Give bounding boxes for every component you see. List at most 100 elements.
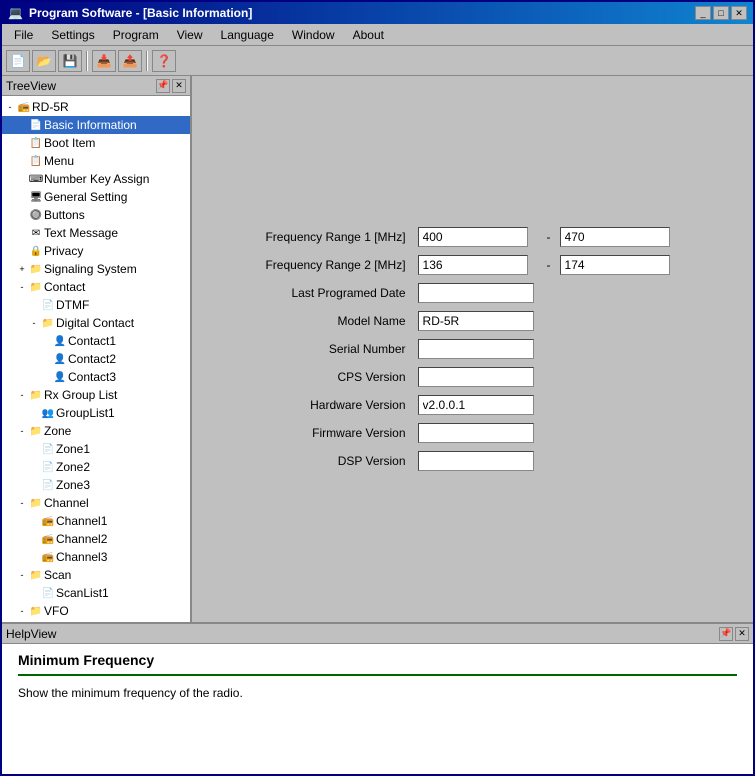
tree-item-general-setting[interactable]: 🖥 General Setting: [2, 188, 190, 206]
tree-item-number-key[interactable]: ⌨ Number Key Assign: [2, 170, 190, 188]
tree-item-boot-item[interactable]: 📋 Boot Item: [2, 134, 190, 152]
icon-text-message: ✉: [28, 225, 44, 241]
help-body-text: Show the minimum frequency of the radio.: [18, 686, 737, 700]
tree-item-basic-info[interactable]: 📄 Basic Information: [2, 116, 190, 134]
menu-settings[interactable]: Settings: [43, 26, 102, 44]
help-separator: [18, 674, 737, 676]
input-serial[interactable]: [418, 339, 534, 359]
label-vfo: VFO: [44, 604, 69, 618]
tree-item-contact[interactable]: - 📁 Contact: [2, 278, 190, 296]
label-contact1: Contact1: [68, 334, 116, 348]
input-cps[interactable]: [418, 367, 534, 387]
menu-language[interactable]: Language: [213, 26, 282, 44]
tree-item-vfo[interactable]: - 📁 VFO: [2, 602, 190, 620]
toolbar-sep2: [146, 51, 148, 71]
expand-signaling[interactable]: +: [16, 264, 28, 274]
maximize-button[interactable]: □: [713, 6, 729, 20]
menu-program[interactable]: Program: [105, 26, 167, 44]
tree-item-scan[interactable]: - 📁 Scan: [2, 566, 190, 584]
menu-view[interactable]: View: [169, 26, 211, 44]
tree-item-zone1[interactable]: 📄 Zone1: [2, 440, 190, 458]
help-close-btn[interactable]: ✕: [735, 627, 749, 641]
tree-item-zone[interactable]: - 📁 Zone: [2, 422, 190, 440]
input-model[interactable]: [418, 311, 534, 331]
menu-file[interactable]: File: [6, 26, 41, 44]
input-dsp[interactable]: [418, 451, 534, 471]
expand-rd5r[interactable]: -: [4, 102, 16, 112]
icon-zone1: 📄: [40, 441, 56, 457]
expand-zone[interactable]: -: [16, 426, 28, 436]
tree-item-channel1[interactable]: 📻 Channel1: [2, 512, 190, 530]
input-freq1-max[interactable]: [560, 227, 670, 247]
expand-contact[interactable]: -: [16, 282, 28, 292]
label-contact3: Contact3: [68, 370, 116, 384]
expand-vfo[interactable]: -: [16, 606, 28, 616]
tree-item-zone3[interactable]: 📄 Zone3: [2, 476, 190, 494]
expand-digital-contact[interactable]: -: [28, 318, 40, 328]
help-pin-btn[interactable]: 📌: [719, 627, 733, 641]
help-title-label: HelpView: [6, 627, 56, 641]
tree-pin-btn[interactable]: 📌: [156, 79, 170, 93]
label-rd5r: RD-5R: [32, 100, 69, 114]
toolbar-write[interactable]: 📤: [118, 50, 142, 72]
close-button[interactable]: ✕: [731, 6, 747, 20]
expand-general-setting: [16, 192, 28, 202]
icon-zone2: 📄: [40, 459, 56, 475]
expand-rx-group[interactable]: -: [16, 390, 28, 400]
tree-item-privacy[interactable]: 🔒 Privacy: [2, 242, 190, 260]
menu-window[interactable]: Window: [284, 26, 343, 44]
tree-item-channel3[interactable]: 📻 Channel3: [2, 548, 190, 566]
minimize-button[interactable]: _: [695, 6, 711, 20]
toolbar-read[interactable]: 📥: [92, 50, 116, 72]
toolbar-help[interactable]: ❓: [152, 50, 176, 72]
toolbar-open[interactable]: 📂: [32, 50, 56, 72]
toolbar-save[interactable]: 💾: [58, 50, 82, 72]
tree-close-btn[interactable]: ✕: [172, 79, 186, 93]
toolbar-new[interactable]: 📄: [6, 50, 30, 72]
label-menu: Menu: [44, 154, 74, 168]
expand-contact3: [40, 372, 52, 382]
tree-content[interactable]: - 📻 RD-5R 📄 Basic Information 📋 Boot Ite…: [2, 96, 190, 622]
tree-item-rx-group[interactable]: - 📁 Rx Group List: [2, 386, 190, 404]
label-hw: Hardware Version: [265, 398, 411, 412]
tree-item-zone2[interactable]: 📄 Zone2: [2, 458, 190, 476]
icon-zone: 📁: [28, 423, 44, 439]
input-hw[interactable]: [418, 395, 534, 415]
expand-basic-info: [16, 120, 28, 130]
tree-item-contact2[interactable]: 👤 Contact2: [2, 350, 190, 368]
tree-item-scanlist1[interactable]: 📄 ScanList1: [2, 584, 190, 602]
tree-item-digital-contact[interactable]: - 📁 Digital Contact: [2, 314, 190, 332]
tree-item-contact3[interactable]: 👤 Contact3: [2, 368, 190, 386]
expand-menu: [16, 156, 28, 166]
tree-item-channel[interactable]: - 📁 Channel: [2, 494, 190, 512]
input-last-prog[interactable]: [418, 283, 534, 303]
tree-item-text-message[interactable]: ✉ Text Message: [2, 224, 190, 242]
icon-zone3: 📄: [40, 477, 56, 493]
tree-item-channel2[interactable]: 📻 Channel2: [2, 530, 190, 548]
title-bar-controls: _ □ ✕: [695, 6, 747, 20]
tree-item-buttons[interactable]: 🔘 Buttons: [2, 206, 190, 224]
icon-scanlist1: 📄: [40, 585, 56, 601]
tree-item-signaling[interactable]: + 📁 Signaling System: [2, 260, 190, 278]
expand-scan[interactable]: -: [16, 570, 28, 580]
icon-dtmf: 📄: [40, 297, 56, 313]
input-fw[interactable]: [418, 423, 534, 443]
tree-header-controls: 📌 ✕: [156, 79, 186, 93]
input-freq1-min[interactable]: [418, 227, 528, 247]
tree-item-rd5r[interactable]: - 📻 RD-5R: [2, 98, 190, 116]
menu-about[interactable]: About: [345, 26, 392, 44]
label-rx-group: Rx Group List: [44, 388, 117, 402]
dash-freq2: -: [544, 258, 554, 272]
tree-item-dtmf[interactable]: 📄 DTMF: [2, 296, 190, 314]
main-layout: TreeView 📌 ✕ - 📻 RD-5R 📄 Basic Infor: [2, 76, 753, 622]
tree-item-menu[interactable]: 📋 Menu: [2, 152, 190, 170]
tree-item-vfo-a[interactable]: 📻 VFO A: [2, 620, 190, 622]
tree-item-grouplist1[interactable]: 👥 GroupList1: [2, 404, 190, 422]
input-freq2-max[interactable]: [560, 255, 670, 275]
label-text-message: Text Message: [44, 226, 118, 240]
expand-channel[interactable]: -: [16, 498, 28, 508]
tree-item-contact1[interactable]: 👤 Contact1: [2, 332, 190, 350]
label-freq1: Frequency Range 1 [MHz]: [265, 230, 411, 244]
icon-contact1: 👤: [52, 333, 68, 349]
input-freq2-min[interactable]: [418, 255, 528, 275]
